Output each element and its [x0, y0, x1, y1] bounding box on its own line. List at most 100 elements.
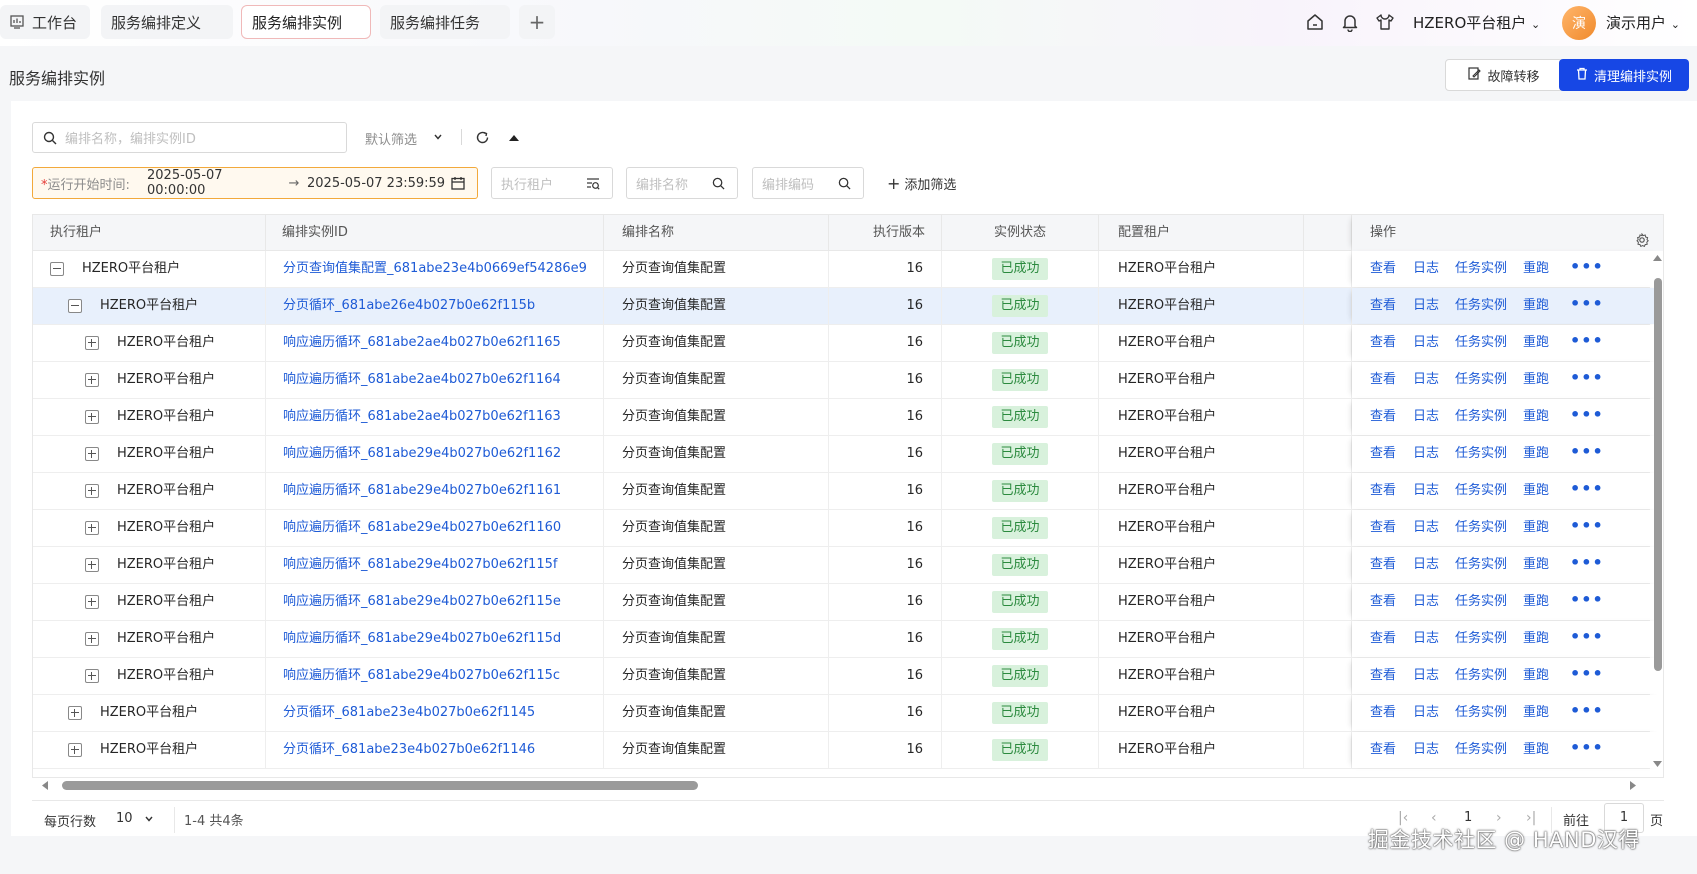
instance-id-link[interactable]: 分页循环_681abe26e4b027b0e62f115b [266, 288, 604, 324]
task-instances-link[interactable]: 任务实例 [1455, 547, 1507, 583]
instance-id-link[interactable]: 响应遍历循环_681abe29e4b027b0e62f115e [266, 584, 604, 620]
more-actions-icon[interactable]: ••• [1570, 658, 1604, 690]
log-link[interactable]: 日志 [1413, 732, 1439, 768]
chevron-down-icon[interactable] [433, 131, 443, 146]
vertical-scrollbar[interactable] [1651, 252, 1664, 772]
collapse-up-icon[interactable] [508, 132, 520, 147]
more-actions-icon[interactable]: ••• [1570, 621, 1604, 653]
view-link[interactable]: 查看 [1370, 251, 1396, 287]
col-instance-id[interactable]: 编排实例ID [266, 215, 604, 251]
view-link[interactable]: 查看 [1370, 621, 1396, 657]
log-link[interactable]: 日志 [1413, 510, 1439, 546]
table-row[interactable]: HZERO平台租户 响应遍历循环_681abe29e4b027b0e62f1161… [33, 473, 1662, 510]
tab-service-orchestration-instance[interactable]: 服务编排实例 [241, 5, 371, 39]
task-instances-link[interactable]: 任务实例 [1455, 251, 1507, 287]
more-actions-icon[interactable]: ••• [1570, 473, 1604, 505]
view-link[interactable]: 查看 [1370, 362, 1396, 398]
instance-id-link[interactable]: 分页循环_681abe23e4b027b0e62f1146 [266, 732, 604, 768]
tab-service-orchestration-task[interactable]: 服务编排任务 [380, 5, 510, 39]
tab-workbench[interactable]: 工作台 [0, 5, 90, 39]
task-instances-link[interactable]: 任务实例 [1455, 658, 1507, 694]
log-link[interactable]: 日志 [1413, 251, 1439, 287]
table-row[interactable]: HZERO平台租户 响应遍历循环_681abe29e4b027b0e62f1162… [33, 436, 1662, 473]
view-link[interactable]: 查看 [1370, 325, 1396, 361]
refresh-icon[interactable] [475, 130, 490, 149]
clean-instances-button[interactable]: 清理编排实例 [1559, 59, 1689, 91]
rerun-link[interactable]: 重跑 [1523, 288, 1549, 324]
task-instances-link[interactable]: 任务实例 [1455, 473, 1507, 509]
instance-id-link[interactable]: 响应遍历循环_681abe29e4b027b0e62f115c [266, 658, 604, 694]
col-exec-tenant[interactable]: 执行租户 [33, 215, 266, 251]
log-link[interactable]: 日志 [1413, 547, 1439, 583]
user-menu[interactable]: 演示用户 ⌄ [1606, 12, 1680, 33]
vertical-scroll-thumb[interactable] [1654, 278, 1662, 671]
rerun-link[interactable]: 重跑 [1523, 325, 1549, 361]
view-link[interactable]: 查看 [1370, 436, 1396, 472]
log-link[interactable]: 日志 [1413, 436, 1439, 472]
tab-service-orchestration-definition[interactable]: 服务编排定义 [101, 5, 233, 39]
run-start-time-filter[interactable]: *运行开始时间: 2025-05-07 00:00:00 → 2025-05-0… [32, 167, 478, 199]
date-start-value[interactable]: 2025-05-07 00:00:00 [147, 168, 281, 198]
scroll-down-icon[interactable] [1652, 758, 1663, 773]
task-instances-link[interactable]: 任务实例 [1455, 288, 1507, 324]
log-link[interactable]: 日志 [1413, 288, 1439, 324]
expand-icon[interactable] [85, 373, 99, 387]
instance-id-link[interactable]: 响应遍历循环_681abe2ae4b027b0e62f1163 [266, 399, 604, 435]
task-instances-link[interactable]: 任务实例 [1455, 510, 1507, 546]
expand-icon[interactable] [85, 521, 99, 535]
log-link[interactable]: 日志 [1413, 695, 1439, 731]
table-row[interactable]: HZERO平台租户 响应遍历循环_681abe29e4b027b0e62f1160… [33, 510, 1662, 547]
more-actions-icon[interactable]: ••• [1570, 362, 1604, 394]
task-instances-link[interactable]: 任务实例 [1455, 584, 1507, 620]
expand-icon[interactable] [85, 484, 99, 498]
instance-id-link[interactable]: 响应遍历循环_681abe29e4b027b0e62f1162 [266, 436, 604, 472]
expand-icon[interactable] [85, 632, 99, 646]
rerun-link[interactable]: 重跑 [1523, 732, 1549, 768]
table-row[interactable]: HZERO平台租户 响应遍历循环_681abe2ae4b027b0e62f1163… [33, 399, 1662, 436]
default-filter-select[interactable]: 默认筛选 [365, 129, 417, 148]
horizontal-scroll-thumb[interactable] [62, 781, 698, 790]
scroll-up-icon[interactable] [1652, 252, 1663, 267]
task-instances-link[interactable]: 任务实例 [1455, 325, 1507, 361]
instance-id-link[interactable]: 响应遍历循环_681abe29e4b027b0e62f115f [266, 547, 604, 583]
home-icon[interactable] [1305, 12, 1325, 32]
expand-icon[interactable] [85, 669, 99, 683]
table-row[interactable]: HZERO平台租户 响应遍历循环_681abe29e4b027b0e62f115e… [33, 584, 1662, 621]
view-link[interactable]: 查看 [1370, 399, 1396, 435]
instance-id-link[interactable]: 响应遍历循环_681abe2ae4b027b0e62f1164 [266, 362, 604, 398]
exec-tenant-filter[interactable]: 执行租户 [491, 167, 613, 199]
expand-icon[interactable] [68, 706, 82, 720]
more-actions-icon[interactable]: ••• [1570, 288, 1604, 320]
task-instances-link[interactable]: 任务实例 [1455, 621, 1507, 657]
view-link[interactable]: 查看 [1370, 584, 1396, 620]
rerun-link[interactable]: 重跑 [1523, 436, 1549, 472]
rerun-link[interactable]: 重跑 [1523, 547, 1549, 583]
more-actions-icon[interactable]: ••• [1570, 732, 1604, 764]
rerun-link[interactable]: 重跑 [1523, 695, 1549, 731]
more-actions-icon[interactable]: ••• [1570, 510, 1604, 542]
current-page[interactable]: 1 [1464, 810, 1472, 825]
rerun-link[interactable]: 重跑 [1523, 621, 1549, 657]
view-link[interactable]: 查看 [1370, 695, 1396, 731]
orch-code-filter[interactable]: 编排编码 [752, 167, 864, 199]
collapse-icon[interactable] [68, 299, 82, 313]
log-link[interactable]: 日志 [1413, 621, 1439, 657]
rerun-link[interactable]: 重跑 [1523, 584, 1549, 620]
more-actions-icon[interactable]: ••• [1570, 251, 1604, 283]
log-link[interactable]: 日志 [1413, 399, 1439, 435]
instance-id-link[interactable]: 响应遍历循环_681abe29e4b027b0e62f1161 [266, 473, 604, 509]
orch-name-filter[interactable]: 编排名称 [626, 167, 738, 199]
col-config-tenant[interactable]: 配置租户 [1099, 215, 1304, 251]
search-input[interactable]: 编排名称，编排实例ID [32, 122, 347, 153]
expand-icon[interactable] [85, 558, 99, 572]
instance-id-link[interactable]: 分页查询值集配置_681abe23e4b0669ef54286e9 [266, 251, 604, 287]
shirt-icon[interactable] [1375, 12, 1395, 32]
instance-id-link[interactable]: 响应遍历循环_681abe29e4b027b0e62f1160 [266, 510, 604, 546]
date-end-value[interactable]: 2025-05-07 23:59:59 [307, 176, 447, 191]
view-link[interactable]: 查看 [1370, 473, 1396, 509]
view-link[interactable]: 查看 [1370, 732, 1396, 768]
table-row[interactable]: HZERO平台租户 响应遍历循环_681abe29e4b027b0e62f115d… [33, 621, 1662, 658]
task-instances-link[interactable]: 任务实例 [1455, 695, 1507, 731]
table-row[interactable]: HZERO平台租户 响应遍历循环_681abe29e4b027b0e62f115c… [33, 658, 1662, 695]
avatar[interactable]: 演 [1562, 6, 1596, 40]
